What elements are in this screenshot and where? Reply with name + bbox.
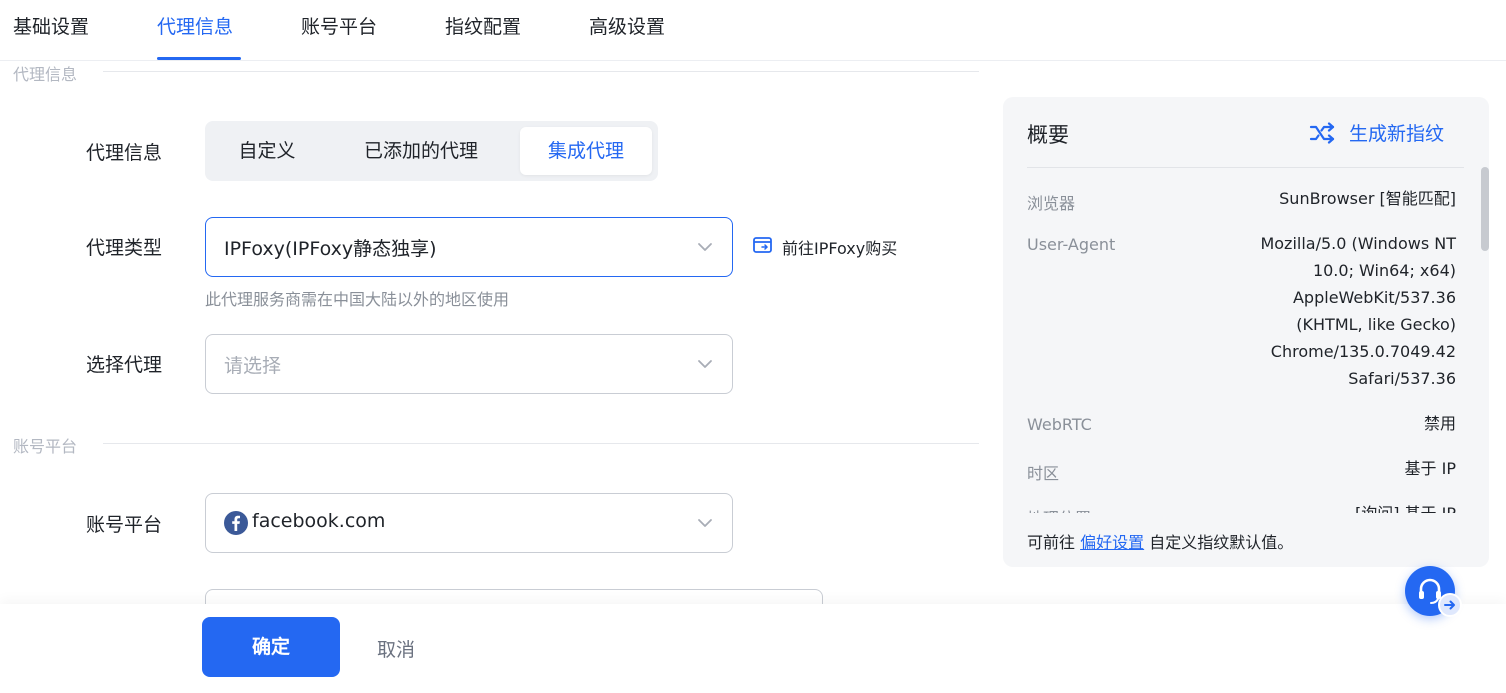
proxy-mode-integrated[interactable]: 集成代理 (520, 127, 652, 175)
summary-value-user-agent: Mozilla/5.0 (Windows NT 10.0; Win64; x64… (1260, 230, 1456, 392)
summary-value-timezone: 基于 IP (1405, 455, 1456, 482)
chevron-down-icon (698, 243, 712, 251)
summary-value-line: Chrome/135.0.7049.42 (1270, 342, 1456, 361)
generate-fingerprint-text: 生成新指纹 (1349, 123, 1445, 145)
summary-value-webrtc: 禁用 (1424, 410, 1456, 437)
cancel-button[interactable]: 取消 (377, 635, 415, 662)
proxy-info-label: 代理信息 (86, 142, 163, 164)
summary-footer: 可前往 偏好设置 自定义指纹默认值。 (1027, 529, 1293, 553)
select-proxy-placeholder: 请选择 (224, 355, 282, 377)
summary-scrollbar[interactable] (1481, 167, 1489, 251)
tab-proxy-info[interactable]: 代理信息 (157, 12, 233, 39)
active-tab-indicator (157, 57, 241, 60)
account-section-title: 账号平台 (13, 437, 78, 456)
summary-value-line: Safari/537.36 (1348, 369, 1456, 388)
summary-value-line: (KHTML, like Gecko) (1296, 315, 1456, 334)
summary-list: 浏览器 SunBrowser [智能匹配] User-Agent Mozilla… (1003, 168, 1489, 513)
arrow-right-icon (1444, 600, 1455, 610)
summary-value-browser: SunBrowser [智能匹配] (1279, 185, 1456, 212)
buy-ipfoxy-text: 前往IPFoxy购买 (782, 239, 898, 258)
select-proxy-dropdown[interactable]: 请选择 (205, 334, 733, 394)
summary-title: 概要 (1027, 123, 1069, 147)
summary-key-geolocation: 地理位置 (1027, 505, 1091, 513)
tab-basic-settings[interactable]: 基础设置 (13, 12, 89, 39)
summary-key-browser: 浏览器 (1027, 194, 1076, 213)
proxy-type-hint: 此代理服务商需在中国大陆以外的地区使用 (205, 290, 510, 309)
summary-key-user-agent: User-Agent (1027, 235, 1116, 254)
proxy-section-divider (103, 71, 979, 72)
top-tab-bar: 基础设置 代理信息 账号平台 指纹配置 高级设置 (0, 0, 1506, 61)
select-proxy-label: 选择代理 (86, 354, 163, 376)
summary-value-line: 基于 IP (1404, 459, 1456, 478)
proxy-type-select[interactable]: IPFoxy(IPFoxy静态独享) (205, 217, 733, 277)
account-platform-value: facebook.com (252, 510, 386, 532)
tab-advanced-settings[interactable]: 高级设置 (589, 12, 665, 39)
shuffle-icon (1309, 122, 1335, 144)
summary-footer-prefix: 可前往 (1027, 533, 1076, 552)
summary-key-webrtc: WebRTC (1027, 415, 1092, 434)
proxy-type-label: 代理类型 (86, 237, 163, 259)
summary-value-line: Mozilla/5.0 (Windows NT (1260, 234, 1456, 253)
proxy-mode-custom[interactable]: 自定义 (211, 127, 323, 175)
tab-account-platform[interactable]: 账号平台 (301, 12, 377, 39)
summary-value-geolocation: [询问] 基于 IP (1355, 500, 1456, 513)
summary-value-line: [询问] 基于 IP (1355, 500, 1456, 513)
summary-value-line: 禁用 (1423, 414, 1456, 433)
external-link-icon (753, 237, 772, 253)
account-platform-label: 账号平台 (86, 514, 163, 536)
tab-fingerprint-config[interactable]: 指纹配置 (445, 12, 521, 39)
proxy-mode-added[interactable]: 已添加的代理 (329, 127, 513, 175)
chevron-down-icon (698, 360, 712, 368)
summary-panel: 概要 生成新指纹 浏览器 SunBrowser [智能匹配] User-Agen… (1003, 97, 1489, 567)
account-section-divider (103, 443, 979, 444)
chevron-down-icon (698, 519, 712, 527)
summary-footer-suffix: 自定义指纹默认值。 (1149, 533, 1294, 552)
support-arrow-badge[interactable] (1438, 593, 1462, 617)
summary-key-timezone: 时区 (1027, 464, 1060, 483)
preferences-link[interactable]: 偏好设置 (1080, 533, 1144, 552)
summary-value-line: AppleWebKit/537.36 (1292, 288, 1456, 307)
summary-value-line: SunBrowser [智能匹配] (1279, 189, 1456, 208)
summary-value-line: 10.0; Win64; x64) (1312, 261, 1456, 280)
account-platform-select[interactable]: facebook.com (205, 493, 733, 553)
bottom-action-bar: 确定 取消 (0, 604, 1506, 693)
proxy-type-value: IPFoxy(IPFoxy静态独享) (224, 238, 437, 260)
confirm-button[interactable]: 确定 (202, 617, 340, 677)
facebook-icon (224, 511, 248, 535)
proxy-section-title: 代理信息 (13, 65, 78, 84)
proxy-mode-segmented: 自定义 已添加的代理 集成代理 (205, 121, 658, 181)
